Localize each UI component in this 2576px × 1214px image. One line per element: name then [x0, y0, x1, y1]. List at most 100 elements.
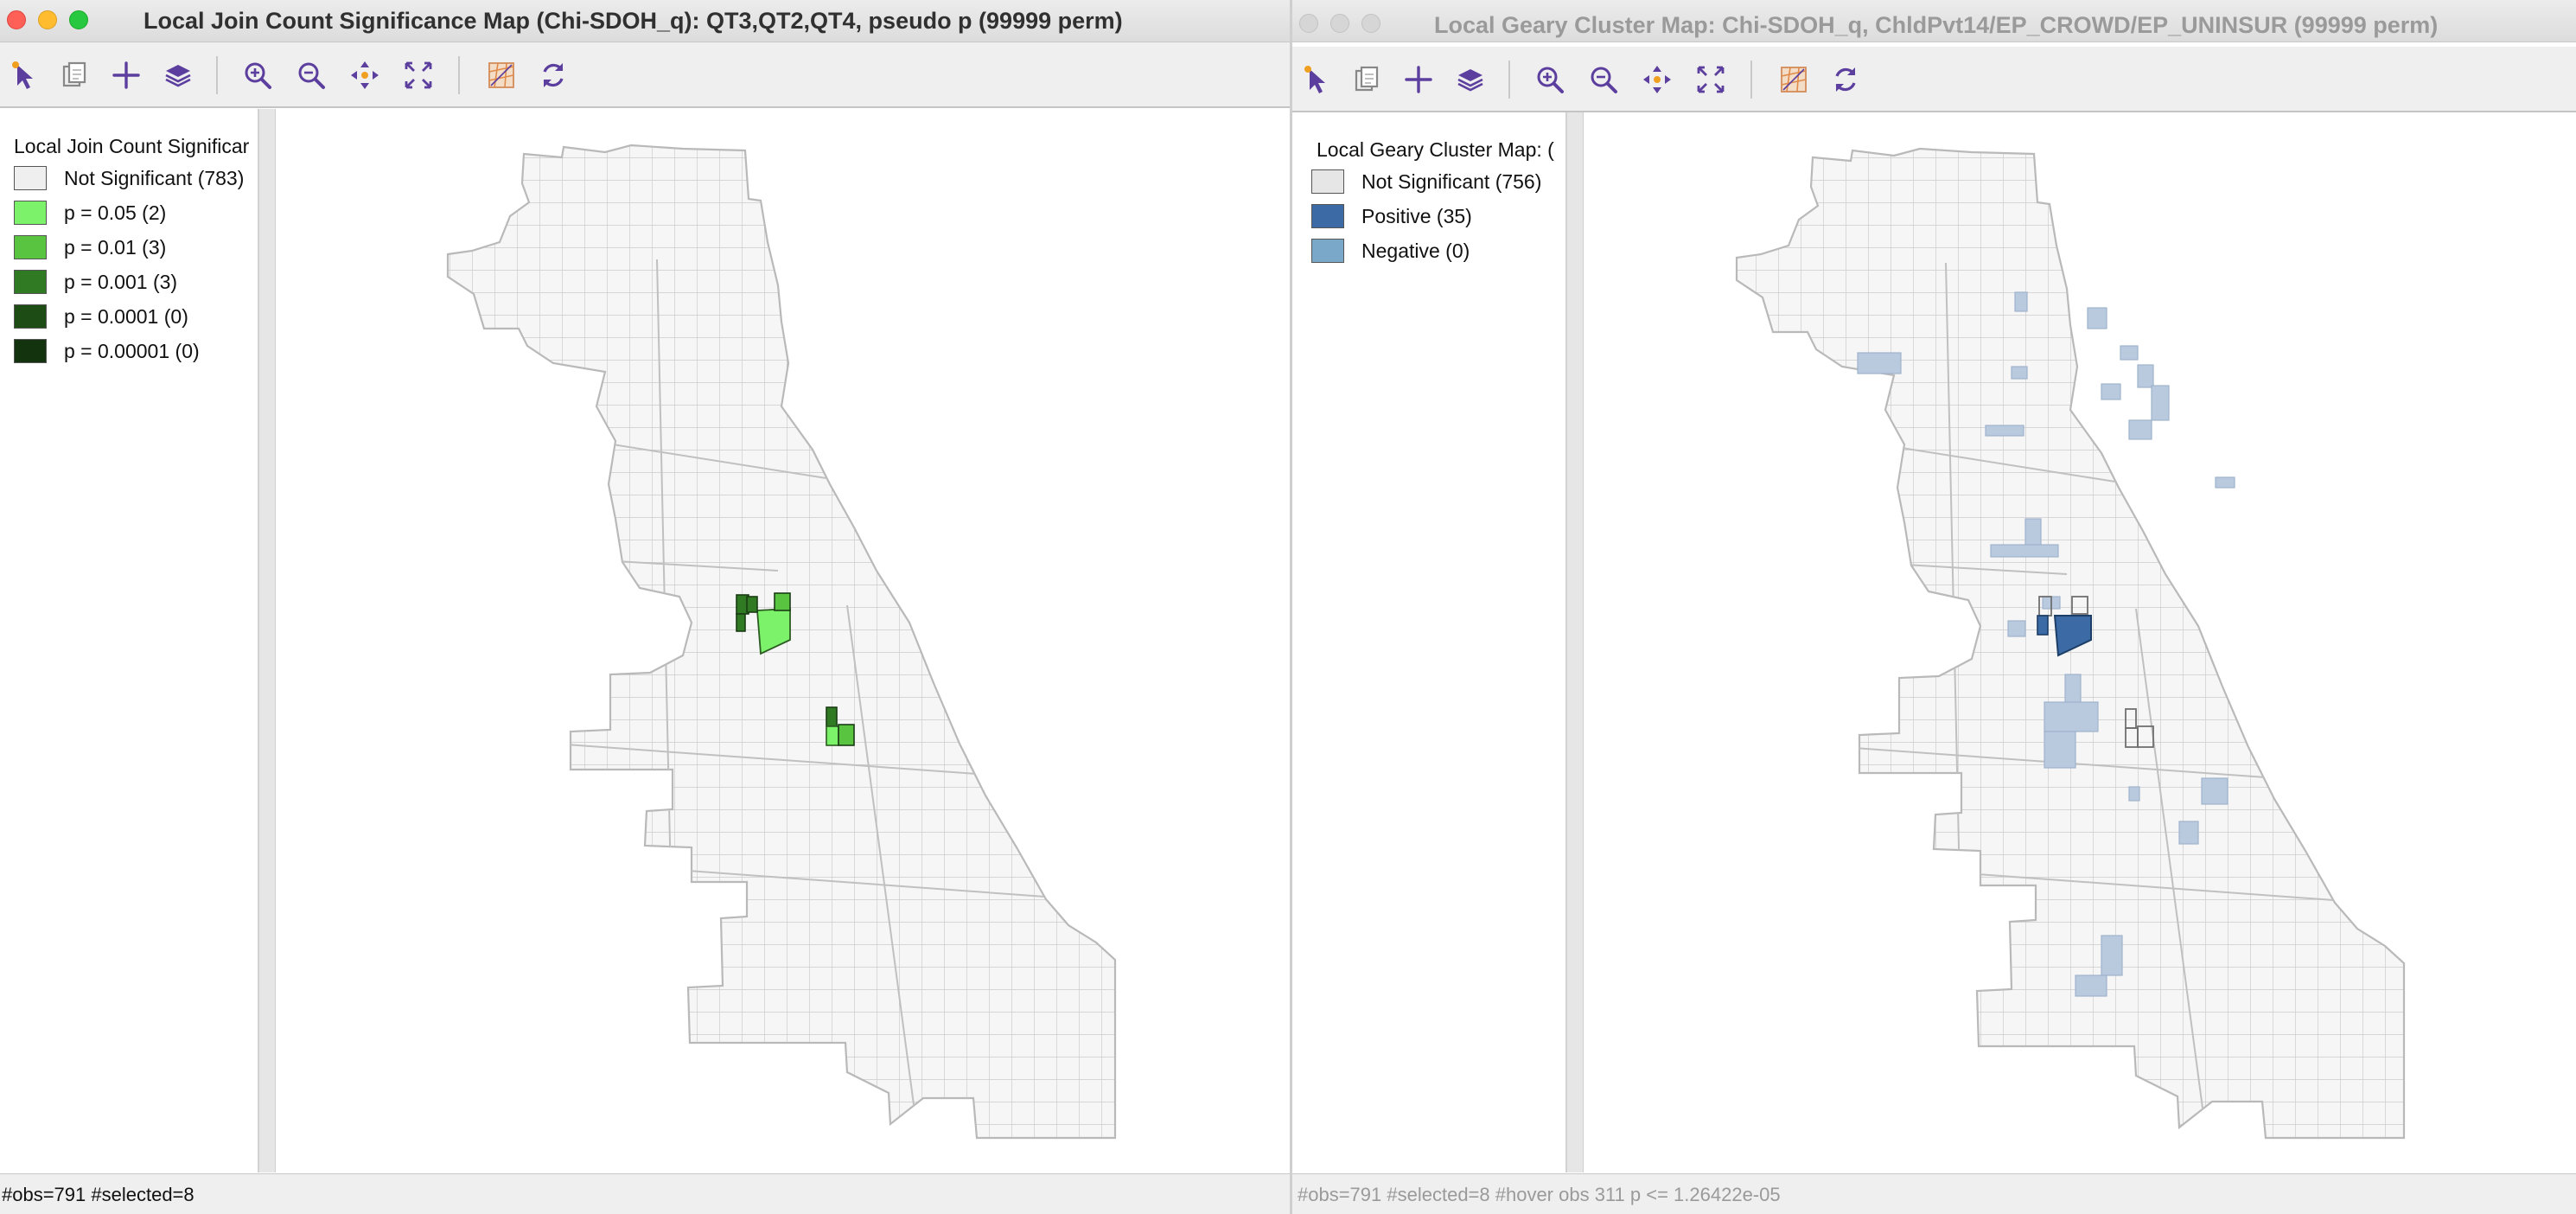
fit-extent-button[interactable]	[1693, 62, 1728, 97]
chicago-map[interactable]	[1584, 112, 2576, 1172]
layers-icon	[165, 65, 191, 87]
legend-item-not-significant[interactable]: Not Significant (783)	[14, 164, 244, 192]
legend-swatch	[1311, 239, 1344, 263]
close-window-button[interactable]	[7, 10, 26, 29]
maximize-window-button[interactable]	[69, 10, 88, 29]
zoom-out-button[interactable]	[294, 58, 328, 93]
fit-extent-icon	[405, 61, 432, 89]
legend-label: Not Significant (756)	[1361, 169, 1542, 193]
legend-item-p001[interactable]: p = 0.01 (3)	[14, 233, 166, 261]
add-icon	[1405, 66, 1432, 93]
zoom-in-icon	[1537, 67, 1564, 93]
legend-item-p005[interactable]: p = 0.05 (2)	[14, 199, 166, 227]
zoom-in-button[interactable]	[240, 58, 275, 93]
legend-swatch	[14, 166, 47, 190]
legend-title: Local Join Count Significar	[14, 135, 250, 157]
legend-label: p = 0.001 (3)	[64, 270, 178, 293]
basemap-icon	[488, 62, 514, 88]
legend-swatch	[14, 201, 47, 225]
basemap-button[interactable]	[484, 58, 519, 93]
legend-item-positive[interactable]: Positive (35)	[1311, 202, 1472, 230]
minimize-window-button[interactable]	[1330, 14, 1349, 33]
title-bar[interactable]: Local Join Count Significance Map (Chi-S…	[0, 0, 1290, 42]
title-bar[interactable]: Local Geary Cluster Map: Chi-SDOH_q, Chl…	[1292, 0, 2576, 42]
legend-label: Positive (35)	[1361, 204, 1472, 227]
legend-swatch	[14, 339, 47, 363]
maximize-window-button[interactable]	[1361, 14, 1380, 33]
legend-label: Not Significant (783)	[64, 166, 245, 189]
legend-panel: Local Join Count Significar Not Signific…	[0, 109, 259, 1172]
right-map-window: Local Geary Cluster Map: Chi-SDOH_q, Chl…	[1290, 0, 2576, 1214]
legend-item-not-significant[interactable]: Not Significant (756)	[1311, 168, 1541, 195]
add-button[interactable]	[1401, 62, 1436, 97]
legend-item-p00001[interactable]: p = 0.0001 (0)	[14, 303, 188, 330]
fit-extent-button[interactable]	[401, 58, 436, 93]
refresh-icon	[543, 63, 564, 87]
window-controls	[7, 10, 88, 29]
zoom-out-icon	[1591, 67, 1617, 93]
copy-icon	[1355, 66, 1379, 92]
basemap-icon	[1781, 67, 1807, 93]
add-button[interactable]	[109, 58, 143, 93]
legend-title: Local Geary Cluster Map: (	[1317, 138, 1554, 161]
legend-label: p = 0.00001 (0)	[64, 339, 200, 362]
close-window-button[interactable]	[1299, 14, 1318, 33]
refresh-icon	[1835, 67, 1856, 92]
pan-button[interactable]	[348, 58, 382, 93]
left-map-window: Local Join Count Significance Map (Chi-S…	[0, 0, 1290, 1214]
refresh-button[interactable]	[1828, 62, 1863, 97]
status-text: #obs=791 #selected=8	[2, 1184, 194, 1205]
copy-icon	[62, 61, 86, 87]
legend-label: p = 0.0001 (0)	[64, 304, 188, 328]
legend-item-negative[interactable]: Negative (0)	[1311, 237, 1470, 265]
zoom-out-icon	[298, 62, 325, 89]
window-controls	[1299, 14, 1380, 33]
map-toolbar	[1292, 47, 2576, 112]
toolbar-separator	[216, 56, 218, 94]
chicago-map[interactable]	[277, 109, 1290, 1172]
basemap-button[interactable]	[1776, 62, 1811, 97]
legend-label: Negative (0)	[1361, 239, 1470, 262]
pan-icon	[351, 61, 379, 89]
toolbar-separator	[458, 56, 460, 94]
layers-button[interactable]	[1453, 62, 1488, 97]
copy-button[interactable]	[1349, 62, 1384, 97]
status-bar: #obs=791 #selected=8	[0, 1173, 1290, 1214]
minimize-window-button[interactable]	[38, 10, 57, 29]
status-bar: #obs=791 #selected=8 #hover obs 311 p <=…	[1292, 1173, 2576, 1214]
panel-splitter[interactable]	[259, 109, 276, 1172]
select-icon	[12, 61, 33, 89]
legend-item-p000001[interactable]: p = 0.00001 (0)	[14, 337, 200, 365]
toolbar-separator	[1508, 61, 1510, 99]
legend-swatch	[14, 304, 47, 329]
copy-button[interactable]	[57, 58, 92, 93]
legend-swatch	[14, 235, 47, 259]
refresh-button[interactable]	[536, 58, 571, 93]
select-icon	[1304, 66, 1325, 93]
map-toolbar	[0, 42, 1290, 108]
select-button[interactable]	[7, 58, 41, 93]
pan-button[interactable]	[1640, 62, 1674, 97]
window-title: Local Join Count Significance Map (Chi-S…	[143, 8, 1123, 34]
fit-extent-icon	[1697, 66, 1725, 93]
window-title: Local Geary Cluster Map: Chi-SDOH_q, Chl…	[1434, 12, 2439, 38]
legend-item-p0001[interactable]: p = 0.001 (3)	[14, 268, 177, 296]
legend-label: p = 0.05 (2)	[64, 201, 167, 224]
map-canvas[interactable]	[277, 109, 1290, 1172]
map-canvas[interactable]	[1584, 112, 2576, 1172]
status-text: #obs=791 #selected=8 #hover obs 311 p <=…	[1298, 1184, 1781, 1205]
toolbar-separator	[1750, 61, 1752, 99]
zoom-in-icon	[245, 62, 271, 89]
select-button[interactable]	[1299, 62, 1334, 97]
legend-label: p = 0.01 (3)	[64, 235, 167, 259]
legend-swatch	[14, 270, 47, 294]
legend-swatch	[1311, 169, 1344, 194]
add-icon	[112, 61, 140, 89]
pan-icon	[1643, 66, 1671, 93]
zoom-in-button[interactable]	[1533, 62, 1567, 97]
layers-button[interactable]	[161, 58, 195, 93]
legend-panel: Local Geary Cluster Map: ( Not Significa…	[1292, 112, 1567, 1172]
layers-icon	[1457, 69, 1483, 92]
panel-splitter[interactable]	[1567, 112, 1584, 1172]
zoom-out-button[interactable]	[1586, 62, 1621, 97]
